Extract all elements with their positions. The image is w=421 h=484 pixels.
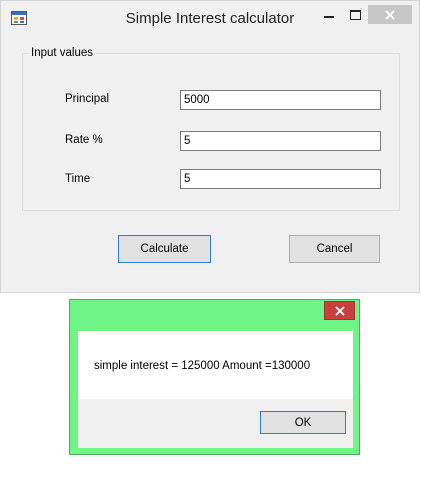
rate-label: Rate %	[65, 134, 103, 146]
calculate-button[interactable]: Calculate	[118, 235, 211, 263]
close-icon	[385, 10, 395, 20]
time-input[interactable]	[180, 169, 381, 189]
cancel-button[interactable]: Cancel	[289, 235, 380, 263]
message-body: simple interest = 125000 Amount =130000 …	[78, 331, 353, 448]
close-icon	[335, 306, 345, 316]
close-button[interactable]	[368, 5, 412, 24]
main-window: Simple Interest calculator Input values …	[0, 0, 420, 293]
time-label: Time	[65, 173, 91, 185]
principal-label: Principal	[65, 93, 110, 105]
group-label: Input values	[29, 47, 96, 59]
title-bar[interactable]: Simple Interest calculator	[1, 1, 419, 37]
message-close-button[interactable]	[324, 301, 355, 320]
result-message: simple interest = 125000 Amount =130000	[94, 360, 311, 372]
ok-button[interactable]: OK	[260, 411, 346, 434]
message-panel: simple interest = 125000 Amount =130000	[78, 331, 353, 399]
maximize-button[interactable]	[344, 5, 368, 25]
app-icon	[11, 11, 27, 25]
minimize-button[interactable]	[317, 5, 341, 25]
principal-input[interactable]	[180, 90, 381, 110]
message-box: simple interest = 125000 Amount =130000 …	[69, 299, 360, 455]
rate-input[interactable]	[180, 131, 381, 151]
